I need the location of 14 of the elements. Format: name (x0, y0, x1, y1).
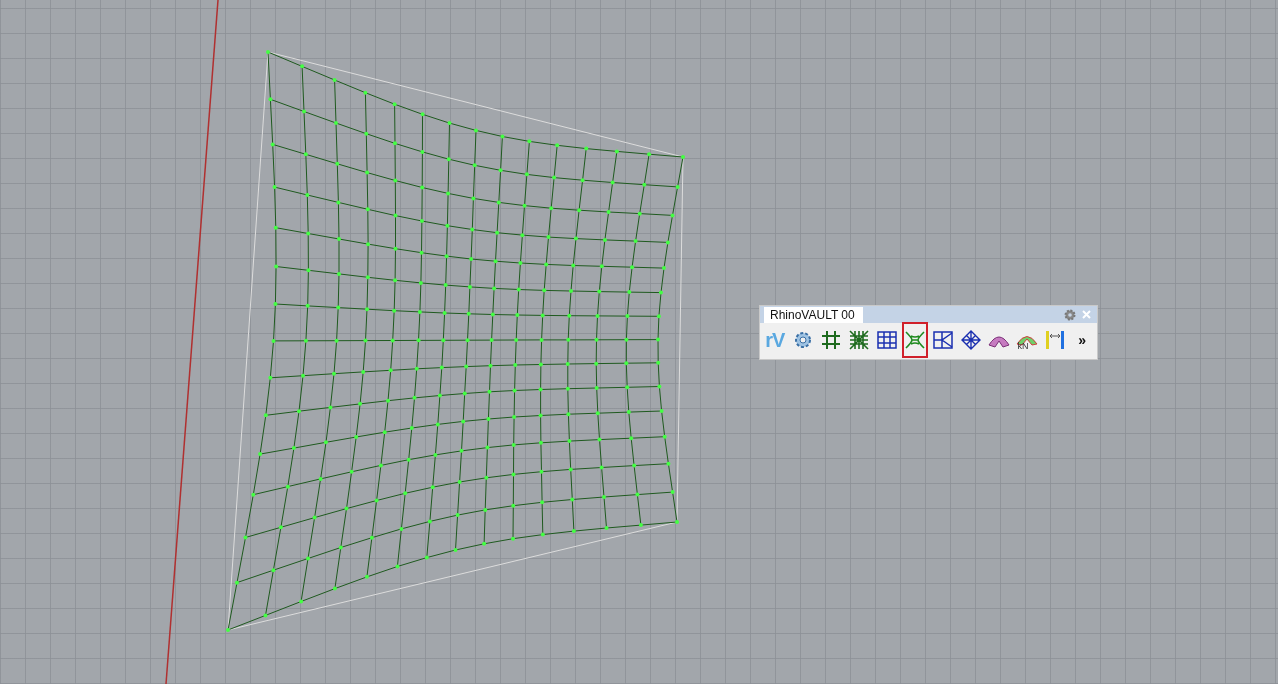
web-icon (903, 329, 926, 351)
grid-icon (819, 329, 842, 351)
grid-icon (875, 329, 898, 351)
more-button[interactable]: » (1069, 327, 1095, 353)
star-grid-icon (847, 329, 870, 351)
diamond-grid-icon (959, 329, 982, 351)
tool-button[interactable]: kN (1013, 327, 1040, 353)
split-box-icon (931, 329, 954, 351)
toolbar-tab[interactable]: RhinoVAULT 00 (764, 307, 863, 323)
settings-icon[interactable] (1064, 308, 1076, 321)
dimension-icon (1043, 329, 1066, 351)
tool-button[interactable] (901, 322, 928, 358)
viewport[interactable]: RhinoVAULT 00 rV kN » (0, 0, 1278, 684)
unit-label: kN (1017, 342, 1029, 351)
